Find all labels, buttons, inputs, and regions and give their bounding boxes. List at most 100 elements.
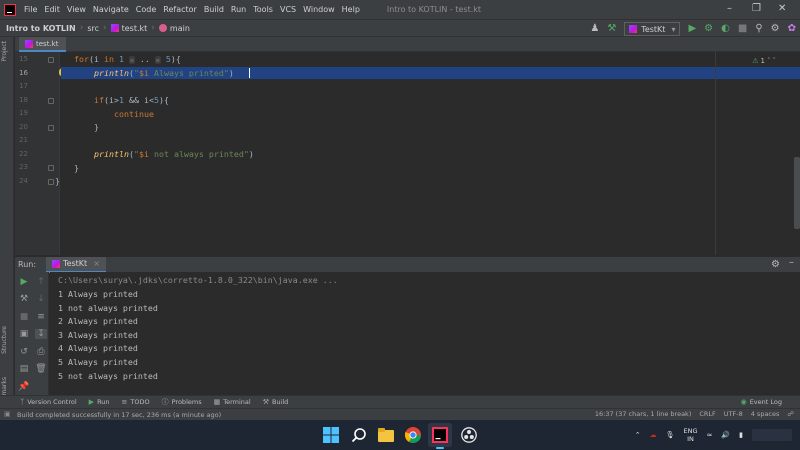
menu-view[interactable]: View: [67, 5, 86, 14]
obs-studio-icon[interactable]: [461, 427, 477, 443]
stop-icon[interactable]: ■: [738, 24, 747, 34]
ide-logo-icon[interactable]: ✿: [788, 24, 796, 34]
scroll-down-icon[interactable]: ↓: [35, 294, 47, 304]
windows-start-icon[interactable]: [323, 427, 339, 443]
tool-windows-toggle-icon[interactable]: ▣: [4, 410, 11, 418]
console-output-line: 5 not always printed: [58, 371, 158, 381]
structure-tool-tab[interactable]: Structure: [1, 326, 8, 354]
microphone-icon[interactable]: 🎙: [666, 431, 675, 439]
breadcrumb-folder[interactable]: src: [87, 24, 99, 33]
speaker-icon[interactable]: 🔊: [721, 431, 730, 439]
intellij-logo-icon[interactable]: [4, 3, 16, 16]
event-log-button[interactable]: ◉ Event Log: [741, 398, 782, 406]
menu-navigate[interactable]: Navigate: [93, 5, 129, 14]
line-number: 16: [19, 69, 28, 77]
run-tab-testkt[interactable]: TestKt ×: [46, 256, 106, 273]
lock-icon[interactable]: ☍: [787, 410, 794, 418]
problems-tool-button[interactable]: ⓘ Problems: [162, 397, 202, 407]
wifi-icon[interactable]: ≈: [707, 431, 713, 439]
print-icon[interactable]: ⎙: [35, 347, 47, 357]
build-hammer-icon[interactable]: ⚒: [607, 24, 616, 34]
wrench-icon[interactable]: ⚒: [18, 294, 30, 304]
run-icon[interactable]: ▶: [688, 24, 696, 34]
kotlin-file-icon: [110, 24, 119, 32]
exit-icon[interactable]: ↺: [18, 347, 30, 357]
status-message[interactable]: Build completed successfully in 17 sec, …: [17, 411, 221, 419]
menu-edit[interactable]: Edit: [44, 5, 60, 14]
breadcrumb-function[interactable]: main: [158, 24, 190, 33]
breadcrumb-project[interactable]: Intro to KOTLIN: [6, 24, 76, 33]
menu-build[interactable]: Build: [204, 5, 224, 14]
fold-marker-icon[interactable]: [48, 165, 54, 171]
run-toolbar: ▶ ↑ ⚒ ↓ ■ ≡ ▣ ↧ ↺ ⎙ ▤ 🗑 📌: [15, 272, 49, 395]
menu-file[interactable]: File: [24, 5, 37, 14]
cloud-sync-icon[interactable]: ☁: [650, 431, 657, 439]
project-tool-tab[interactable]: Project: [1, 41, 8, 62]
file-encoding[interactable]: UTF-8: [724, 410, 743, 418]
minimize-panel-icon[interactable]: –: [789, 257, 794, 268]
line-separator[interactable]: CRLF: [699, 410, 715, 418]
menu-refactor[interactable]: Refactor: [163, 5, 197, 14]
fold-marker-icon[interactable]: [48, 179, 54, 185]
tool-window-bar: ᛉ Version Control ▶ Run ≡ TODO ⓘ Problems ▦ T…: [0, 395, 800, 408]
debug-icon[interactable]: ⚙: [704, 24, 713, 34]
scroll-up-icon[interactable]: ↑: [35, 277, 47, 287]
fold-marker-icon[interactable]: [48, 57, 54, 63]
build-tool-button[interactable]: ⚒ Build: [263, 398, 289, 406]
chrome-icon[interactable]: [405, 427, 421, 443]
camera-icon[interactable]: ▣: [18, 329, 30, 339]
code-editor[interactable]: 15 16 17 18 19 20 21 22 23 24 for(i in 1…: [15, 52, 800, 255]
close-tab-icon[interactable]: ×: [93, 259, 100, 268]
fold-marker-icon[interactable]: [48, 98, 54, 104]
menu-code[interactable]: Code: [136, 5, 156, 14]
run-tab-label: TestKt: [63, 259, 88, 268]
gear-icon[interactable]: ⚙: [771, 259, 780, 270]
settings-icon[interactable]: ⚙: [771, 24, 780, 34]
trash-icon[interactable]: 🗑: [35, 364, 47, 374]
chevron-down-icon[interactable]: ˅: [773, 57, 777, 65]
terminal-tool-button[interactable]: ▦ Terminal: [214, 398, 251, 406]
menu-window[interactable]: Window: [303, 5, 335, 14]
intellij-idea-icon[interactable]: [432, 427, 448, 443]
version-control-tool-button[interactable]: ᛉ Version Control: [20, 398, 77, 406]
todo-tool-button[interactable]: ≡ TODO: [122, 398, 150, 406]
menu-vcs[interactable]: VCS: [280, 5, 296, 14]
clock-area[interactable]: [752, 429, 792, 441]
coverage-icon[interactable]: ◐: [721, 24, 730, 34]
breadcrumb-file[interactable]: test.kt: [110, 24, 147, 33]
run-console[interactable]: C:\Users\surya\.jdks\corretto-1.8.0_322\…: [50, 272, 800, 395]
indent-setting[interactable]: 4 spaces: [751, 410, 780, 418]
stop-icon[interactable]: ■: [18, 312, 30, 322]
breadcrumb-separator: ›: [151, 23, 155, 33]
run-tool-button[interactable]: ▶ Run: [89, 398, 110, 406]
chevron-up-icon[interactable]: ⌃: [635, 431, 641, 439]
battery-icon[interactable]: ▮: [739, 431, 743, 439]
soft-wrap-icon[interactable]: ≡: [35, 312, 47, 322]
run-configuration-select[interactable]: TestKt ▾: [624, 22, 681, 36]
scroll-to-end-icon[interactable]: ↧: [35, 329, 47, 339]
layout-icon[interactable]: ▤: [18, 364, 30, 374]
file-explorer-icon[interactable]: [378, 427, 394, 443]
rerun-icon[interactable]: ▶: [18, 277, 30, 287]
editor-scrollbar[interactable]: [794, 157, 800, 229]
caret-position[interactable]: 16:37 (37 chars, 1 line break): [595, 410, 691, 418]
close-window-icon[interactable]: ✕: [778, 3, 786, 14]
fold-marker-icon[interactable]: [48, 125, 54, 131]
menu-help[interactable]: Help: [342, 5, 360, 14]
search-icon[interactable]: [351, 427, 367, 443]
editor-tab-test-kt[interactable]: test.kt: [19, 37, 67, 52]
search-everywhere-icon[interactable]: ⚲: [755, 24, 762, 34]
menu-run[interactable]: Run: [231, 5, 246, 14]
chevron-up-icon[interactable]: ˄: [767, 57, 771, 65]
console-output-line: 4 Always printed: [58, 343, 138, 353]
menu-tools[interactable]: Tools: [253, 5, 273, 14]
input-language-indicator[interactable]: ENG IN: [684, 427, 698, 443]
inspection-widget[interactable]: ⚠ 1 ˄ ˅: [752, 57, 776, 65]
pin-icon[interactable]: 📌: [18, 382, 30, 392]
minimize-window-icon[interactable]: –: [727, 3, 732, 14]
add-user-icon[interactable]: ♟: [590, 24, 599, 34]
code-area[interactable]: for(i in 1 ≤ .. ≤ 5){ println("$i Always…: [55, 52, 800, 255]
editor-tab-bar: test.kt: [15, 37, 800, 52]
restore-window-icon[interactable]: ❐: [752, 3, 761, 14]
editor-gutter[interactable]: 15 16 17 18 19 20 21 22 23 24: [15, 52, 60, 255]
